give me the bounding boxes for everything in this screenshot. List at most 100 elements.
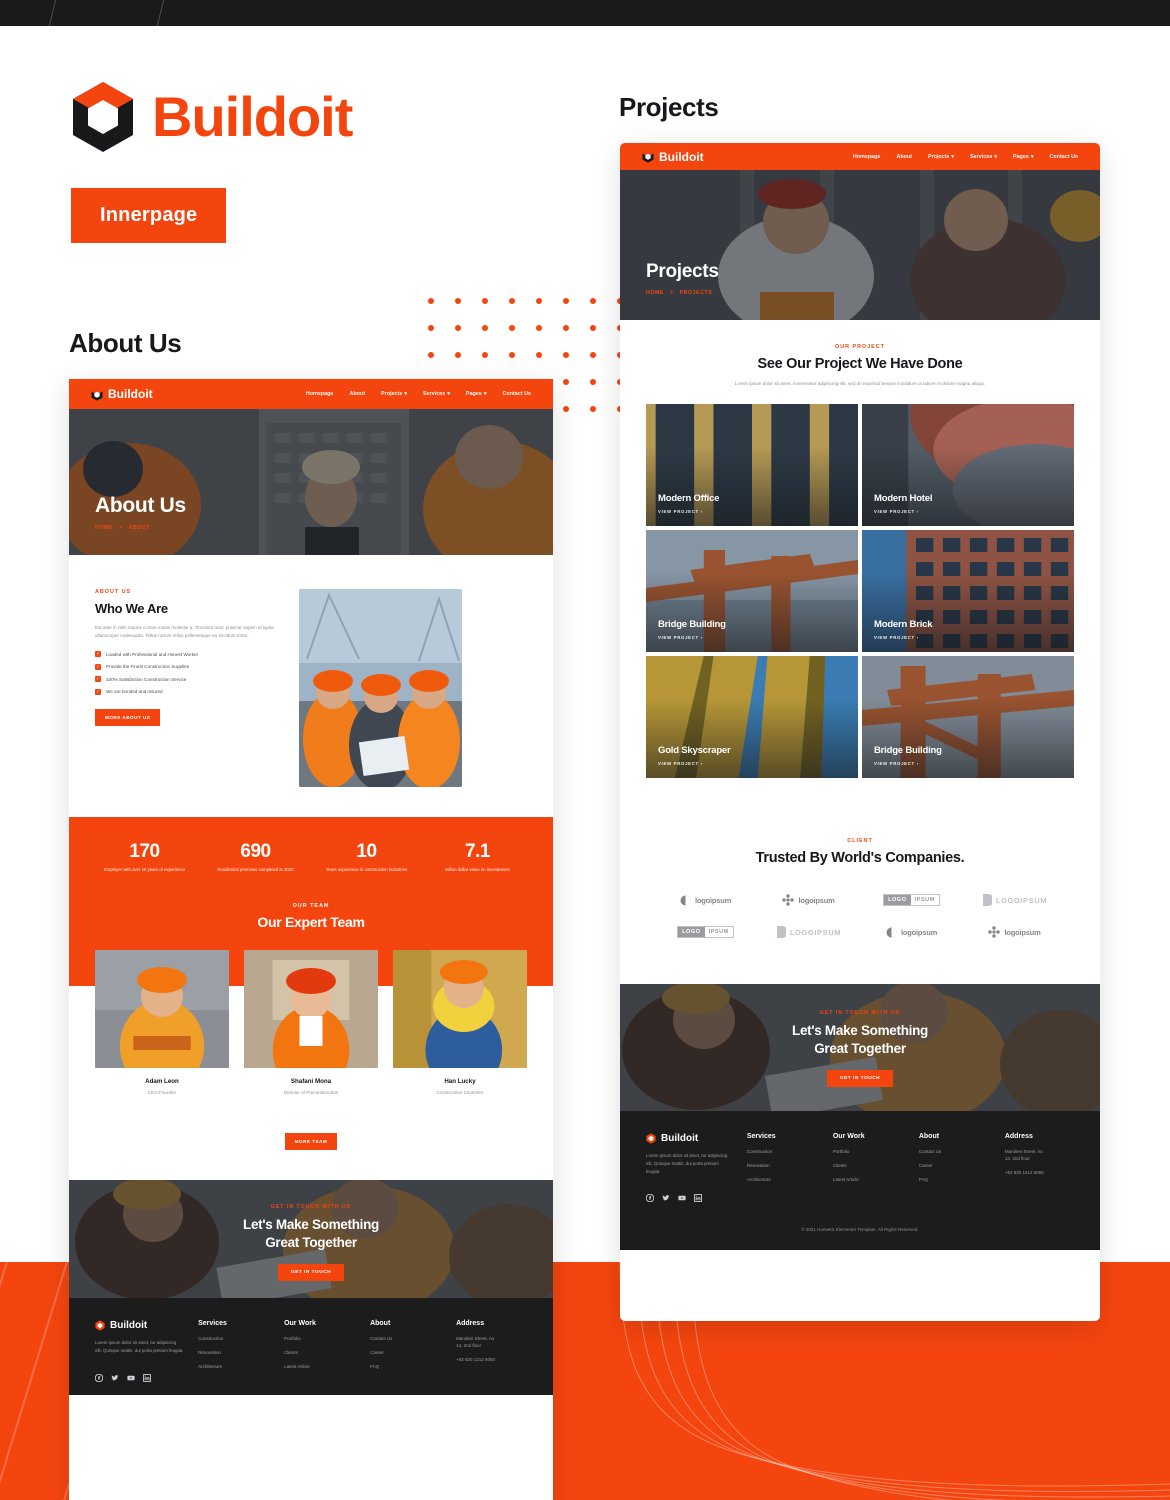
footer-link[interactable]: Contact Us bbox=[919, 1149, 991, 1154]
nav-item-projects[interactable]: Projects ▾ bbox=[928, 154, 954, 160]
footer-brand: Buildoit Lorem ipsum dolor sit amet, tur… bbox=[645, 1133, 733, 1203]
nav-item-services[interactable]: Services ▾ bbox=[970, 154, 997, 160]
youtube-icon[interactable] bbox=[678, 1189, 686, 1201]
project-tile-name: Bridge Building bbox=[874, 745, 942, 757]
footer-link[interactable]: FAQ bbox=[370, 1364, 442, 1369]
check-icon bbox=[95, 651, 101, 658]
get-in-touch-button[interactable]: GET IN TOUCH bbox=[826, 1070, 894, 1088]
footer-column-heading: Our Work bbox=[284, 1320, 316, 1328]
check-icon bbox=[95, 688, 101, 695]
view-project-link[interactable]: VIEW PROJECT › bbox=[874, 635, 932, 640]
nav-item-about[interactable]: About bbox=[896, 154, 912, 160]
view-project-link[interactable]: VIEW PROJECT › bbox=[874, 761, 942, 766]
grid-dot bbox=[482, 352, 488, 358]
footer-link[interactable]: Architecture bbox=[198, 1364, 270, 1369]
project-tile-copy: Bridge Building VIEW PROJECT › bbox=[874, 745, 942, 766]
nav-item-pages[interactable]: Pages ▾ bbox=[466, 391, 487, 397]
navbar-logo-text: Buildoit bbox=[659, 149, 704, 164]
project-tile[interactable]: Modern Hotel VIEW PROJECT › bbox=[862, 404, 1074, 527]
team-cta-wrap: MORE TEAM bbox=[69, 1095, 553, 1180]
project-tile[interactable]: Modern Brick VIEW PROJECT › bbox=[862, 530, 1074, 653]
breadcrumb-home[interactable]: HOME bbox=[95, 525, 113, 531]
site-navbar: Buildoit Homepage About Projects ▾ Services ▾… bbox=[620, 143, 1100, 170]
project-tile[interactable]: Bridge Building VIEW PROJECT › bbox=[646, 530, 858, 653]
project-tile[interactable]: Modern Office VIEW PROJECT › bbox=[646, 404, 858, 527]
nav-item-projects[interactable]: Projects ▾ bbox=[381, 391, 407, 397]
footer-link[interactable]: Clients bbox=[833, 1163, 905, 1168]
clients-heading: CLIENT Trusted By World's Companies. bbox=[620, 778, 1100, 866]
footer-link[interactable]: Renovation bbox=[198, 1350, 270, 1355]
clients-title: Trusted By World's Companies. bbox=[755, 850, 965, 867]
stat-caption: Residential premises completed in 2020 bbox=[217, 867, 294, 872]
footer-link[interactable]: Latest Article bbox=[833, 1177, 905, 1182]
footer-link-groups: Services Construction Renovation Architectu… bbox=[198, 1320, 442, 1376]
breadcrumb-home[interactable]: HOME bbox=[646, 290, 664, 296]
footer-phone[interactable]: +62 820 1212 5050 bbox=[456, 1357, 527, 1362]
stat-value: 10 bbox=[356, 841, 377, 862]
navbar-logo-text: Buildoit bbox=[108, 387, 153, 401]
view-project-link[interactable]: VIEW PROJECT › bbox=[658, 509, 719, 514]
grid-dot bbox=[590, 352, 596, 358]
footer-link[interactable]: Construction bbox=[747, 1149, 819, 1154]
footer-brand: Buildoit Lorem ipsum dolor sit amet, tur… bbox=[94, 1320, 184, 1382]
project-tile-name: Bridge Building bbox=[658, 619, 726, 631]
team-member-role: Construction Controller bbox=[436, 1090, 484, 1096]
nav-item-contact-us[interactable]: Contact Us bbox=[1050, 154, 1078, 160]
navbar-logo[interactable]: Buildoit bbox=[642, 150, 704, 164]
footer-link[interactable]: Renovation bbox=[747, 1163, 819, 1168]
grid-dot bbox=[455, 325, 461, 331]
grid-dot bbox=[536, 325, 542, 331]
footer-link[interactable]: Portfolio bbox=[833, 1149, 905, 1154]
chevron-down-icon: ▾ bbox=[447, 391, 450, 397]
project-tile-name: Modern Brick bbox=[874, 619, 933, 631]
nav-item-homepage[interactable]: Homepage bbox=[306, 391, 334, 397]
footer-link[interactable]: Latest Article bbox=[284, 1364, 356, 1369]
navbar-links: Homepage About Projects ▾ Services ▾ Pages ▾ Con… bbox=[853, 154, 1078, 160]
chevron-down-icon: ▾ bbox=[951, 153, 955, 160]
nav-item-pages[interactable]: Pages ▾ bbox=[1013, 154, 1034, 160]
linkedin-icon[interactable] bbox=[693, 1189, 703, 1203]
team-member-role: Director of Preconstruction bbox=[283, 1090, 339, 1096]
get-in-touch-button[interactable]: GET IN TOUCH bbox=[277, 1264, 345, 1282]
projects-paragraph: Lorem ipsum dolor sit amet, consectetur … bbox=[734, 381, 986, 386]
footer-logo[interactable]: Buildoit bbox=[95, 1320, 184, 1331]
twitter-icon[interactable] bbox=[662, 1189, 670, 1201]
nav-item-services[interactable]: Services ▾ bbox=[423, 391, 450, 397]
project-tile[interactable]: Bridge Building VIEW PROJECT › bbox=[862, 656, 1074, 779]
youtube-icon[interactable] bbox=[127, 1369, 135, 1380]
view-project-link[interactable]: VIEW PROJECT › bbox=[874, 509, 932, 514]
footer-address-heading: Address bbox=[456, 1320, 485, 1328]
nav-item-contact-us[interactable]: Contact Us bbox=[503, 391, 531, 397]
twitter-icon[interactable] bbox=[111, 1369, 119, 1380]
team-card[interactable]: Han Lucky Construction Controller bbox=[393, 950, 527, 1095]
nav-item-about[interactable]: About bbox=[349, 391, 365, 397]
footer-phone[interactable]: +62 820 1212 5050 bbox=[1005, 1170, 1074, 1175]
nav-item-homepage[interactable]: Homepage bbox=[853, 154, 881, 160]
linkedin-icon[interactable] bbox=[142, 1369, 152, 1382]
footer-link[interactable]: Portfolio bbox=[284, 1336, 356, 1341]
view-project-link[interactable]: VIEW PROJECT › bbox=[658, 635, 726, 640]
facebook-icon[interactable] bbox=[645, 1189, 655, 1203]
more-about-us-button[interactable]: MORE ABOUT US bbox=[95, 708, 161, 726]
team-card[interactable]: Shafani Mona Director of Preconstruction bbox=[244, 950, 378, 1095]
footer-link[interactable]: Career bbox=[370, 1350, 442, 1355]
footer-social-links bbox=[645, 1189, 733, 1203]
grid-dot bbox=[482, 325, 488, 331]
footer-logo[interactable]: Buildoit bbox=[646, 1133, 733, 1144]
footer-link[interactable]: Construction bbox=[198, 1336, 270, 1341]
footer-link[interactable]: Contact Us bbox=[370, 1336, 442, 1341]
footer-link[interactable]: Career bbox=[919, 1163, 991, 1168]
footer-link[interactable]: FAQ bbox=[919, 1177, 991, 1182]
footer-link-groups: Services Construction Renovation Architectu… bbox=[747, 1133, 991, 1197]
footer-link[interactable]: Clients bbox=[284, 1350, 356, 1355]
project-tile[interactable]: Gold Skyscraper VIEW PROJECT › bbox=[646, 656, 858, 779]
facebook-icon[interactable] bbox=[94, 1369, 104, 1382]
team-card[interactable]: Adam Leon CEO Founder bbox=[95, 950, 229, 1095]
navbar-logo[interactable]: Buildoit bbox=[91, 387, 153, 401]
footer-column: Our Work Portfolio Clients Latest Article bbox=[284, 1320, 356, 1376]
top-decorative-band bbox=[0, 0, 1170, 26]
view-project-link[interactable]: VIEW PROJECT › bbox=[658, 761, 731, 766]
hero-overlay bbox=[620, 170, 1100, 320]
footer-link[interactable]: Architecture bbox=[747, 1177, 819, 1182]
more-team-button[interactable]: MORE TEAM bbox=[284, 1133, 338, 1151]
